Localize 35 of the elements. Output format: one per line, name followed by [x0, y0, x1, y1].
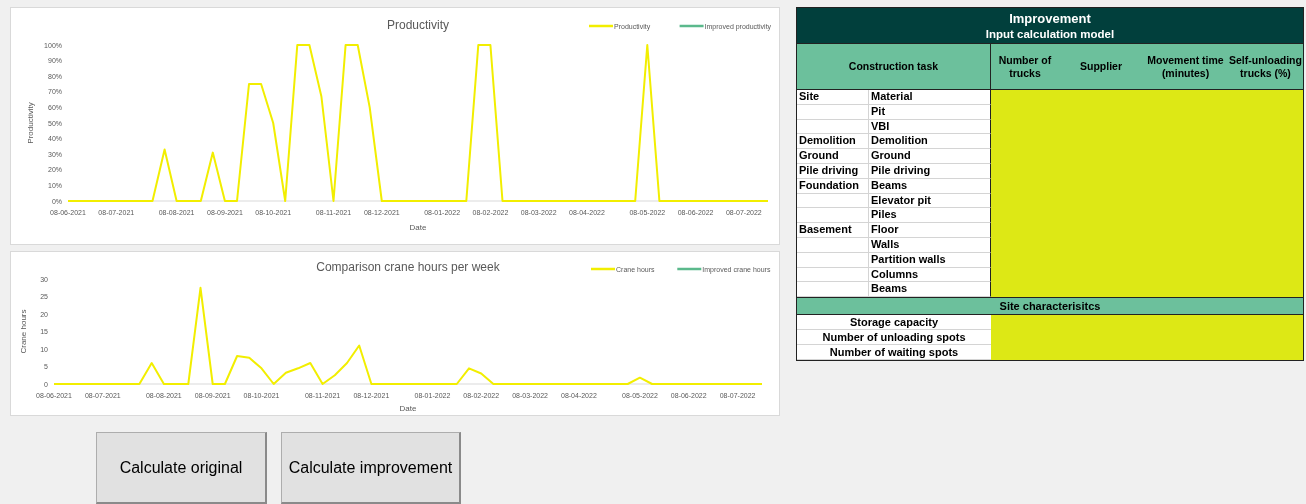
table-cell: Number of unloading spots: [797, 330, 991, 346]
table-cell: Basement: [797, 223, 869, 238]
table-cell: Demolition: [797, 134, 869, 150]
table-subtitle: Input calculation model: [797, 27, 1303, 44]
y-axis-title: Productivity: [26, 102, 35, 144]
x-axis-title: Date: [409, 223, 427, 232]
input-cell[interactable]: [991, 345, 1303, 361]
section-header: Site characterisitcs: [797, 297, 1303, 316]
column-header: Movement time (minutes): [1143, 44, 1228, 90]
x-axis-title: Date: [399, 404, 417, 413]
table-cell: Beams: [869, 282, 991, 298]
y-axis-title: Crane hours: [19, 309, 28, 354]
chart-title: Productivity: [387, 18, 449, 32]
column-header: Supplier: [1059, 44, 1143, 90]
table-cell: Ground: [797, 149, 869, 164]
table-cell: Piles: [869, 208, 991, 224]
calculate-button[interactable]: Calculate improvement: [281, 432, 461, 504]
table-cell: Material: [869, 90, 991, 105]
column-header: Number of trucks: [991, 44, 1059, 90]
table-cell: Site: [797, 90, 869, 105]
column-header: Construction task: [797, 44, 991, 90]
table-cell: [797, 282, 869, 298]
input-cell[interactable]: [991, 90, 1303, 105]
table-title: Improvement: [797, 8, 1303, 27]
column-header: Self-unloading trucks (%): [1228, 44, 1303, 90]
table-cell: Floor: [869, 223, 991, 238]
table-cell: Number of waiting spots: [797, 345, 991, 361]
table-cell: [797, 208, 869, 224]
input-cell[interactable]: [991, 282, 1303, 298]
chart-title: Comparison crane hours per week: [316, 260, 500, 274]
table-cell: Demolition: [869, 134, 991, 150]
calculate-button[interactable]: Calculate original: [96, 432, 267, 504]
table-cell: Ground: [869, 149, 991, 164]
input-cell[interactable]: [991, 315, 1303, 331]
table-cell: Storage capacity: [797, 315, 991, 331]
